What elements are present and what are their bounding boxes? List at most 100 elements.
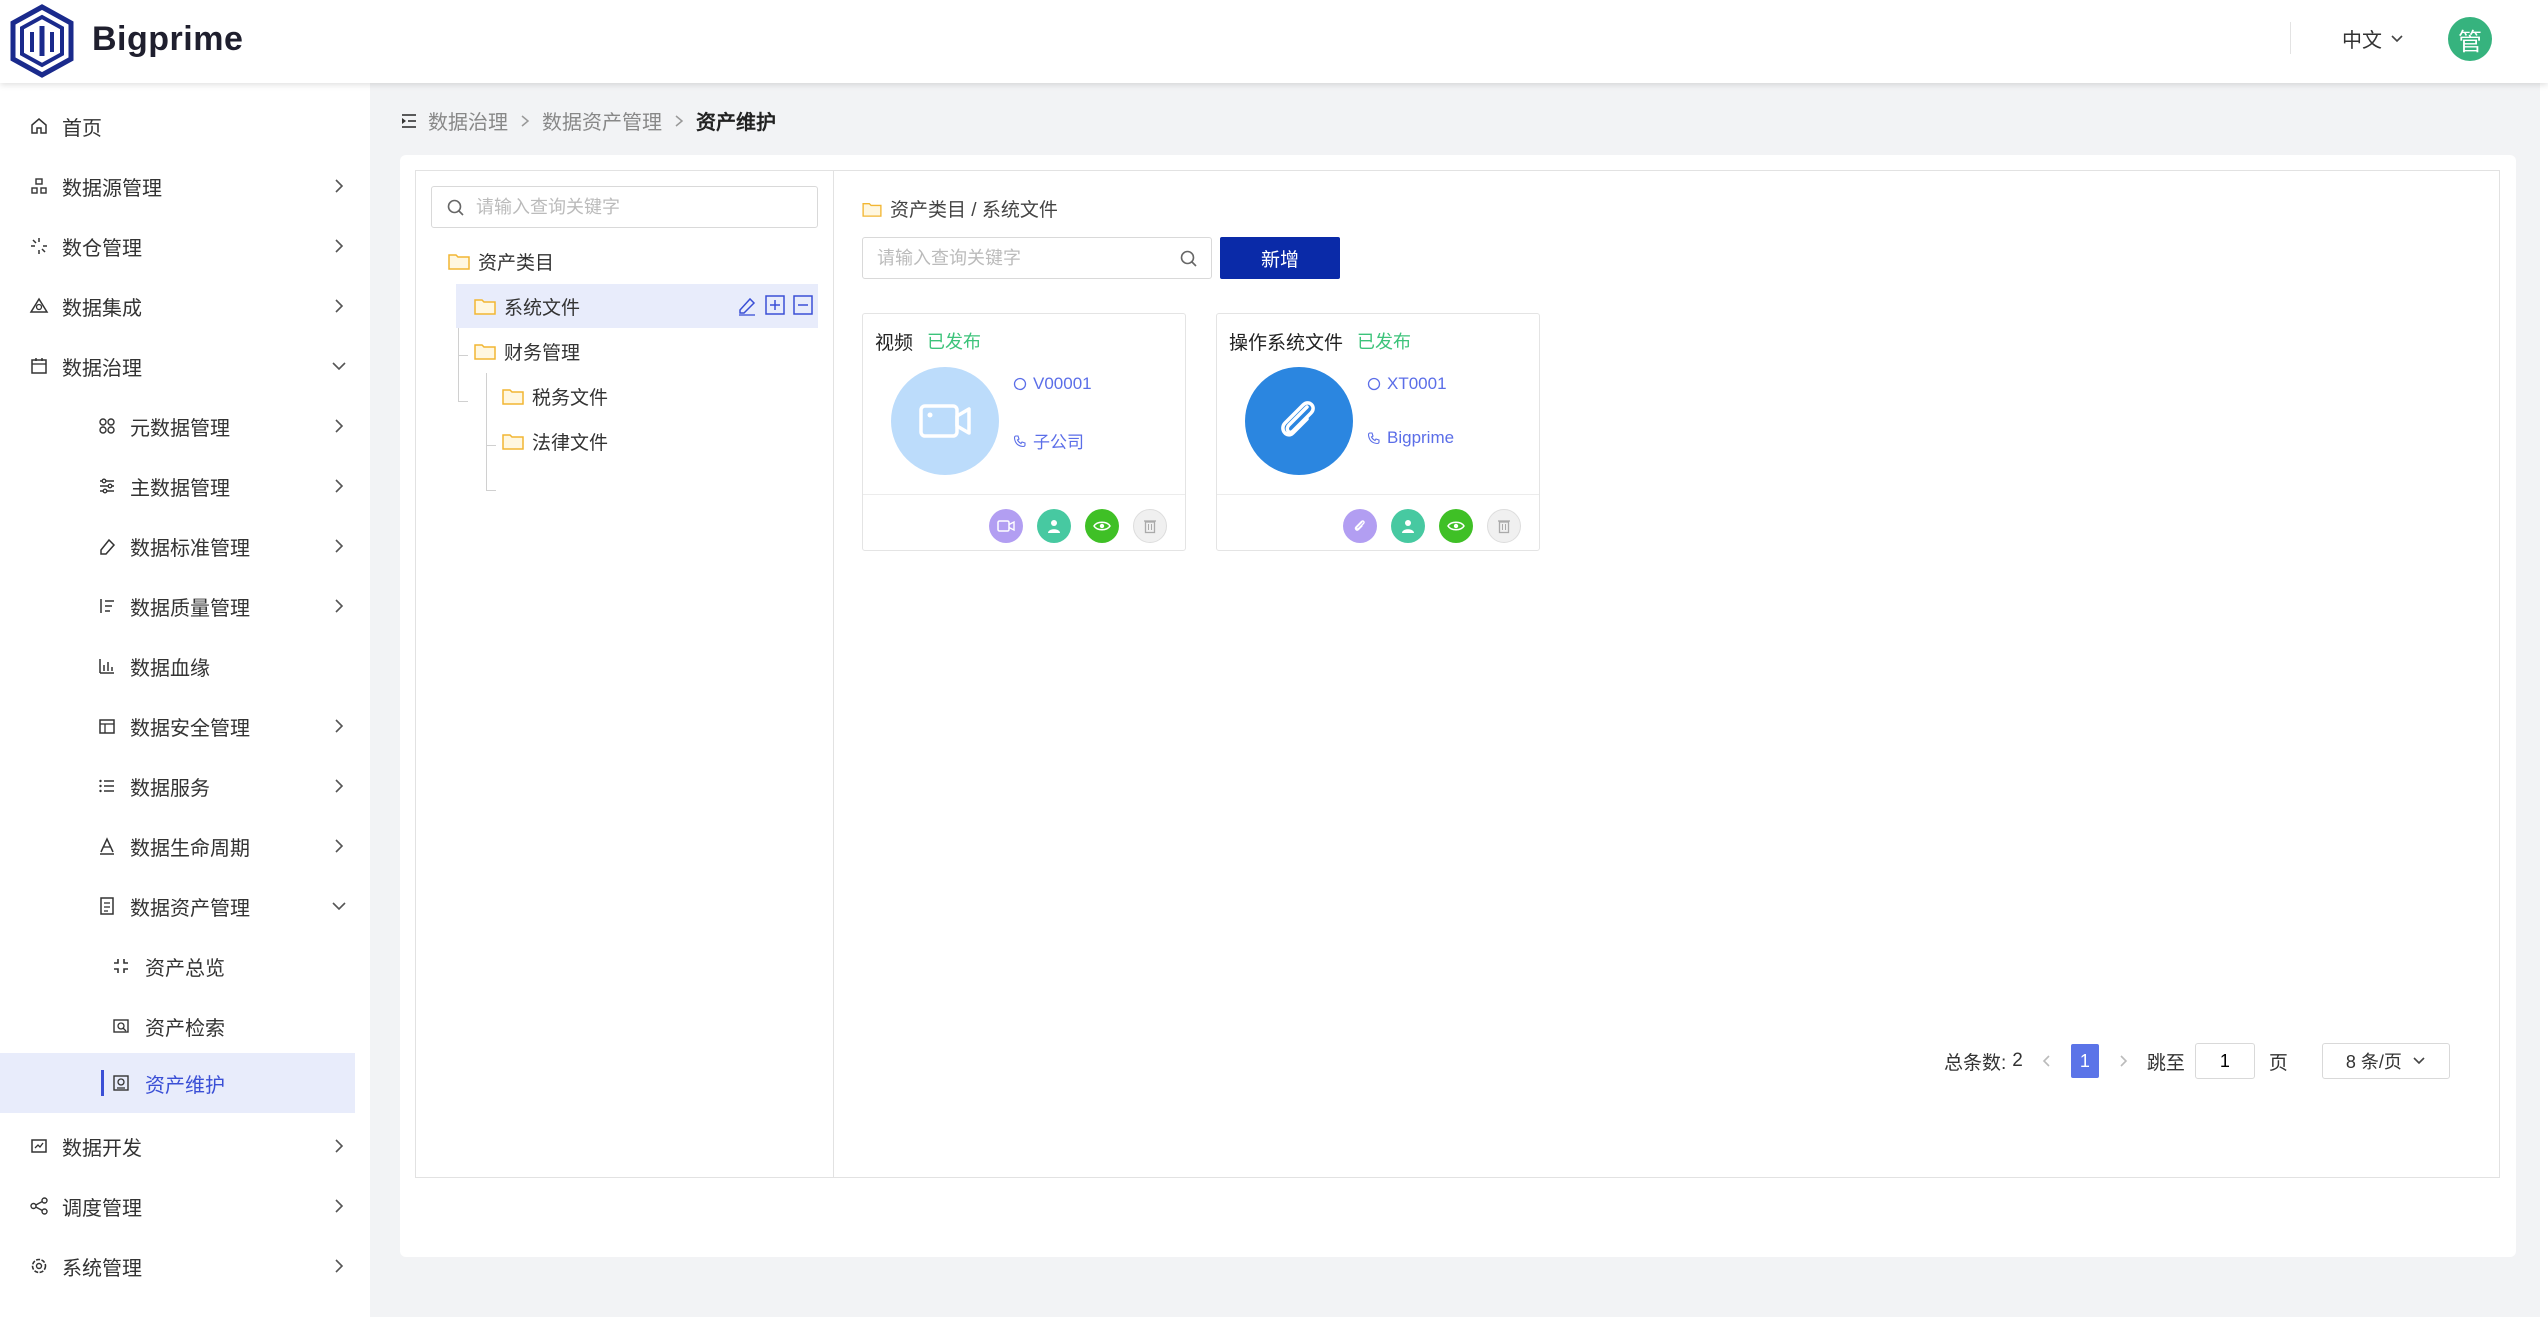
chevron-right-icon bbox=[521, 114, 530, 127]
tree-node-label: 财务管理 bbox=[504, 342, 581, 364]
delete-button[interactable] bbox=[1133, 509, 1167, 543]
add-asset-button[interactable]: 新增 bbox=[1220, 237, 1340, 279]
folder-icon bbox=[448, 254, 470, 270]
sidebar-item-warehouse[interactable]: 数仓管理 bbox=[0, 216, 355, 276]
breadcrumb-item[interactable]: 数据治理 bbox=[428, 106, 508, 135]
view-button[interactable] bbox=[1085, 509, 1119, 543]
active-indicator bbox=[101, 1070, 104, 1096]
sidebar-item-lifecycle[interactable]: 数据生命周期 bbox=[0, 816, 355, 876]
asset-owner: Bigprime bbox=[1367, 428, 1454, 448]
sidebar-item-quality[interactable]: 数据质量管理 bbox=[0, 576, 355, 636]
phone-icon bbox=[1367, 432, 1380, 445]
sidebar-item-overview[interactable]: 资产总览 bbox=[0, 936, 355, 996]
page-jump-input[interactable] bbox=[2194, 1043, 2255, 1079]
security-icon bbox=[96, 715, 118, 737]
sidebar-item-security[interactable]: 数据安全管理 bbox=[0, 696, 355, 756]
page-scrollbar[interactable] bbox=[2540, 83, 2548, 1317]
total-count: 2 bbox=[2012, 1050, 2023, 1071]
schedule-icon bbox=[28, 1195, 50, 1217]
remove-node-icon[interactable] bbox=[792, 294, 814, 316]
sidebar-item-lineage[interactable]: 数据血缘 bbox=[0, 636, 355, 696]
chevron-right-icon bbox=[335, 239, 344, 253]
sidebar-item-retrieval[interactable]: 资产检索 bbox=[0, 996, 355, 1056]
bigprime-logo-icon[interactable] bbox=[8, 4, 76, 78]
asset-card[interactable]: 操作系统文件 已发布 XT0001 Bigprime bbox=[1216, 313, 1540, 551]
breadcrumb-current: 资产维护 bbox=[696, 112, 776, 134]
breadcrumb-item[interactable]: 数据资产管理 bbox=[542, 106, 662, 135]
paperclip-icon bbox=[1245, 367, 1353, 475]
sidebar-item-service[interactable]: 数据服务 bbox=[0, 756, 355, 816]
menu-fold-icon[interactable] bbox=[400, 112, 418, 130]
tree-node-label: 系统文件 bbox=[504, 297, 581, 319]
phone-icon bbox=[1013, 434, 1026, 447]
user-avatar[interactable]: 管 bbox=[2448, 17, 2492, 61]
sidebar-item-label: 数据生命周期 bbox=[130, 837, 250, 860]
chevron-right-icon[interactable] bbox=[2115, 1053, 2131, 1069]
view-button[interactable] bbox=[1439, 509, 1473, 543]
search-icon bbox=[447, 199, 464, 216]
add-node-icon[interactable] bbox=[764, 294, 786, 316]
service-icon bbox=[96, 775, 118, 797]
asset-search-input[interactable] bbox=[877, 247, 1171, 269]
sidebar-item-integration[interactable]: 数据集成 bbox=[0, 276, 355, 336]
tree-search-input[interactable] bbox=[476, 196, 817, 218]
chevron-right-icon bbox=[335, 179, 344, 193]
sidebar-item-maintenance[interactable]: 资产维护 bbox=[0, 1053, 355, 1113]
sidebar-item-governance[interactable]: 数据治理 bbox=[0, 336, 355, 396]
asset-code: XT0001 bbox=[1367, 374, 1447, 394]
sidebar-item-label: 资产检索 bbox=[145, 1017, 225, 1040]
asset-card[interactable]: 视频 已发布 V00001 子公司 bbox=[862, 313, 1186, 551]
sidebar-item-standard[interactable]: 数据标准管理 bbox=[0, 516, 355, 576]
sidebar-item-label: 数据服务 bbox=[130, 777, 210, 800]
edit-icon[interactable] bbox=[736, 294, 758, 316]
home-icon bbox=[28, 115, 50, 137]
sidebar-item-schedule[interactable]: 调度管理 bbox=[0, 1176, 355, 1236]
sidebar-item-label: 数据集成 bbox=[62, 297, 142, 320]
sidebar-item-label: 调度管理 bbox=[62, 1197, 142, 1220]
tree-node-system-files[interactable]: 系统文件 bbox=[456, 284, 818, 328]
total-label: 总条数: bbox=[1944, 1052, 2007, 1074]
sidebar-item-home[interactable]: 首页 bbox=[0, 96, 355, 156]
asset-icon bbox=[96, 895, 118, 917]
attachment-type-button[interactable] bbox=[1343, 509, 1377, 543]
chevron-right-icon bbox=[335, 779, 344, 793]
chevron-right-icon bbox=[335, 299, 344, 313]
language-selector[interactable]: 中文 bbox=[2342, 24, 2404, 53]
authorize-button[interactable] bbox=[1037, 509, 1071, 543]
chevron-right-icon bbox=[335, 479, 344, 493]
metadata-icon bbox=[96, 415, 118, 437]
trash-icon bbox=[1144, 520, 1156, 534]
delete-button[interactable] bbox=[1487, 509, 1521, 543]
sidebar-item-label: 系统管理 bbox=[62, 1257, 142, 1280]
tree-node-tax[interactable]: 税务文件 bbox=[502, 374, 802, 418]
tree-node-finance[interactable]: 财务管理 bbox=[474, 329, 804, 373]
page-suffix: 页 bbox=[2268, 1052, 2288, 1074]
content-frame: 资产类目 系统文件 财务管理 税务文件 法律文件 bbox=[415, 170, 2500, 1178]
chevron-down-icon bbox=[2391, 34, 2403, 42]
tree-node-root[interactable]: 资产类目 bbox=[446, 239, 806, 283]
lineage-icon bbox=[96, 655, 118, 677]
category-tree-pane: 资产类目 系统文件 财务管理 税务文件 法律文件 bbox=[416, 171, 834, 1177]
page-size-select[interactable]: 8 条/页 bbox=[2321, 1043, 2450, 1079]
video-type-button[interactable] bbox=[989, 509, 1023, 543]
chevron-right-icon bbox=[675, 114, 684, 127]
user-icon bbox=[1402, 520, 1414, 533]
sidebar-item-metadata[interactable]: 元数据管理 bbox=[0, 396, 355, 456]
authorize-button[interactable] bbox=[1391, 509, 1425, 543]
page-number-current[interactable]: 1 bbox=[2070, 1044, 2099, 1078]
search-icon[interactable] bbox=[1179, 249, 1199, 269]
current-path-label: 资产类目 / 系统文件 bbox=[890, 200, 1058, 221]
sidebar-item-datasource[interactable]: 数据源管理 bbox=[0, 156, 355, 216]
sidebar-item-develop[interactable]: 数据开发 bbox=[0, 1116, 355, 1176]
chevron-left-icon[interactable] bbox=[2039, 1053, 2055, 1069]
tree-node-legal[interactable]: 法律文件 bbox=[502, 419, 802, 463]
folder-icon bbox=[502, 389, 524, 405]
sidebar-item-asset[interactable]: 数据资产管理 bbox=[0, 876, 355, 936]
chevron-right-icon bbox=[335, 839, 344, 853]
circle-icon bbox=[1013, 377, 1027, 391]
chevron-right-icon bbox=[335, 419, 344, 433]
trash-icon bbox=[1498, 520, 1510, 534]
sidebar-item-masterdata[interactable]: 主数据管理 bbox=[0, 456, 355, 516]
sidebar-item-system[interactable]: 系统管理 bbox=[0, 1236, 355, 1296]
brand-name: Bigprime bbox=[92, 20, 244, 58]
